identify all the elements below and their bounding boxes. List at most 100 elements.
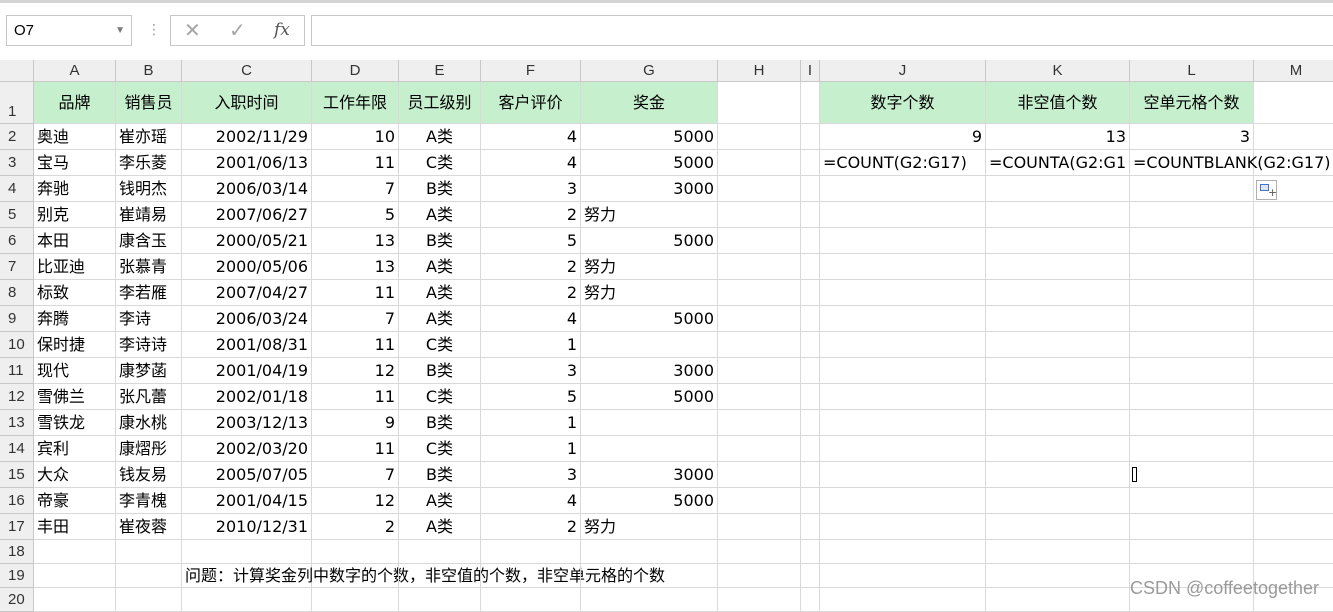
cell-c7[interactable]: 2000/05/06 bbox=[182, 254, 312, 280]
cell-b8[interactable]: 李若雁 bbox=[116, 280, 182, 306]
cell-f5[interactable]: 2 bbox=[481, 202, 581, 228]
cell-b2[interactable]: 崔亦瑶 bbox=[116, 124, 182, 150]
cell-b13[interactable]: 康水桃 bbox=[116, 410, 182, 436]
cell-f4[interactable]: 3 bbox=[481, 176, 581, 202]
cell-a3[interactable]: 宝马 bbox=[34, 150, 116, 176]
cell-l5[interactable] bbox=[1130, 202, 1254, 228]
cell-d9[interactable]: 7 bbox=[312, 306, 399, 332]
cell-i16[interactable] bbox=[801, 488, 820, 514]
cell-f6[interactable]: 5 bbox=[481, 228, 581, 254]
cell-c9[interactable]: 2006/03/24 bbox=[182, 306, 312, 332]
cell-f17[interactable]: 2 bbox=[481, 514, 581, 540]
cell-d18[interactable] bbox=[312, 540, 399, 564]
cell-g20[interactable] bbox=[581, 588, 718, 612]
insert-function-icon[interactable]: fx bbox=[274, 16, 290, 45]
row-header-4[interactable]: 4 bbox=[0, 176, 34, 202]
cell-e12[interactable]: C类 bbox=[399, 384, 481, 410]
cell-h7[interactable] bbox=[718, 254, 801, 280]
cell-h15[interactable] bbox=[718, 462, 801, 488]
cell-h1[interactable] bbox=[718, 82, 801, 124]
cell-e4[interactable]: B类 bbox=[399, 176, 481, 202]
cell-a2[interactable]: 奥迪 bbox=[34, 124, 116, 150]
row-header-16[interactable]: 16 bbox=[0, 488, 34, 514]
cell-c5[interactable]: 2007/06/27 bbox=[182, 202, 312, 228]
row-header-2[interactable]: 2 bbox=[0, 124, 34, 150]
cell-h9[interactable] bbox=[718, 306, 801, 332]
cell-c12[interactable]: 2002/01/18 bbox=[182, 384, 312, 410]
cell-a7[interactable]: 比亚迪 bbox=[34, 254, 116, 280]
cell-b3[interactable]: 李乐菱 bbox=[116, 150, 182, 176]
cell-e13[interactable]: B类 bbox=[399, 410, 481, 436]
cell-b6[interactable]: 康含玉 bbox=[116, 228, 182, 254]
cell-e3[interactable]: C类 bbox=[399, 150, 481, 176]
cell-h18[interactable] bbox=[718, 540, 801, 564]
cell-m14[interactable] bbox=[1254, 436, 1333, 462]
cell-g4[interactable]: 3000 bbox=[581, 176, 718, 202]
cell-h8[interactable] bbox=[718, 280, 801, 306]
cell-c11[interactable]: 2001/04/19 bbox=[182, 358, 312, 384]
cell-c10[interactable]: 2001/08/31 bbox=[182, 332, 312, 358]
more-icon[interactable]: ⋮ bbox=[147, 21, 161, 39]
cell-k10[interactable] bbox=[986, 332, 1130, 358]
cell-l15[interactable] bbox=[1130, 462, 1254, 488]
cell-h14[interactable] bbox=[718, 436, 801, 462]
cell-d7[interactable]: 13 bbox=[312, 254, 399, 280]
cell-k1[interactable]: 非空值个数 bbox=[986, 82, 1130, 124]
cell-d15[interactable]: 7 bbox=[312, 462, 399, 488]
cell-k12[interactable] bbox=[986, 384, 1130, 410]
cell-g16[interactable]: 5000 bbox=[581, 488, 718, 514]
cell-g11[interactable]: 3000 bbox=[581, 358, 718, 384]
cell-i1[interactable] bbox=[801, 82, 820, 124]
cell-g15[interactable]: 3000 bbox=[581, 462, 718, 488]
cell-b5[interactable]: 崔靖易 bbox=[116, 202, 182, 228]
cell-a13[interactable]: 雪铁龙 bbox=[34, 410, 116, 436]
cell-h10[interactable] bbox=[718, 332, 801, 358]
cell-k5[interactable] bbox=[986, 202, 1130, 228]
cell-j17[interactable] bbox=[820, 514, 986, 540]
cell-f8[interactable]: 2 bbox=[481, 280, 581, 306]
select-all-corner[interactable] bbox=[0, 60, 34, 82]
cell-k17[interactable] bbox=[986, 514, 1130, 540]
cell-f14[interactable]: 1 bbox=[481, 436, 581, 462]
cell-m9[interactable] bbox=[1254, 306, 1333, 332]
cell-e14[interactable]: C类 bbox=[399, 436, 481, 462]
cell-a19[interactable] bbox=[34, 564, 116, 588]
cell-g18[interactable] bbox=[581, 540, 718, 564]
cell-d2[interactable]: 10 bbox=[312, 124, 399, 150]
cell-f12[interactable]: 5 bbox=[481, 384, 581, 410]
cell-b4[interactable]: 钱明杰 bbox=[116, 176, 182, 202]
chevron-down-icon[interactable]: ▼ bbox=[115, 16, 125, 45]
cell-e7[interactable]: A类 bbox=[399, 254, 481, 280]
cell-i5[interactable] bbox=[801, 202, 820, 228]
cell-l3[interactable]: =COUNTBLANK(G2:G17) bbox=[1130, 150, 1331, 176]
cell-l6[interactable] bbox=[1130, 228, 1254, 254]
cell-f3[interactable]: 4 bbox=[481, 150, 581, 176]
cell-b16[interactable]: 李青槐 bbox=[116, 488, 182, 514]
column-header-e[interactable]: E bbox=[399, 60, 481, 82]
cell-m13[interactable] bbox=[1254, 410, 1333, 436]
quick-analysis-icon[interactable] bbox=[1256, 180, 1277, 200]
cell-i4[interactable] bbox=[801, 176, 820, 202]
cell-c2[interactable]: 2002/11/29 bbox=[182, 124, 312, 150]
cell-l11[interactable] bbox=[1130, 358, 1254, 384]
cell-f2[interactable]: 4 bbox=[481, 124, 581, 150]
cell-j20[interactable] bbox=[820, 588, 986, 612]
cell-b9[interactable]: 李诗 bbox=[116, 306, 182, 332]
cell-h16[interactable] bbox=[718, 488, 801, 514]
cell-d8[interactable]: 11 bbox=[312, 280, 399, 306]
cell-h2[interactable] bbox=[718, 124, 801, 150]
cell-c3[interactable]: 2001/06/13 bbox=[182, 150, 312, 176]
cell-h11[interactable] bbox=[718, 358, 801, 384]
cell-l7[interactable] bbox=[1130, 254, 1254, 280]
cell-k2[interactable]: 13 bbox=[986, 124, 1130, 150]
cell-a6[interactable]: 本田 bbox=[34, 228, 116, 254]
cell-j18[interactable] bbox=[820, 540, 986, 564]
cell-d16[interactable]: 12 bbox=[312, 488, 399, 514]
cell-c6[interactable]: 2000/05/21 bbox=[182, 228, 312, 254]
cell-h6[interactable] bbox=[718, 228, 801, 254]
cell-h19[interactable] bbox=[718, 564, 801, 588]
cell-j15[interactable] bbox=[820, 462, 986, 488]
cell-a10[interactable]: 保时捷 bbox=[34, 332, 116, 358]
cell-e19[interactable] bbox=[399, 564, 481, 588]
cell-h12[interactable] bbox=[718, 384, 801, 410]
